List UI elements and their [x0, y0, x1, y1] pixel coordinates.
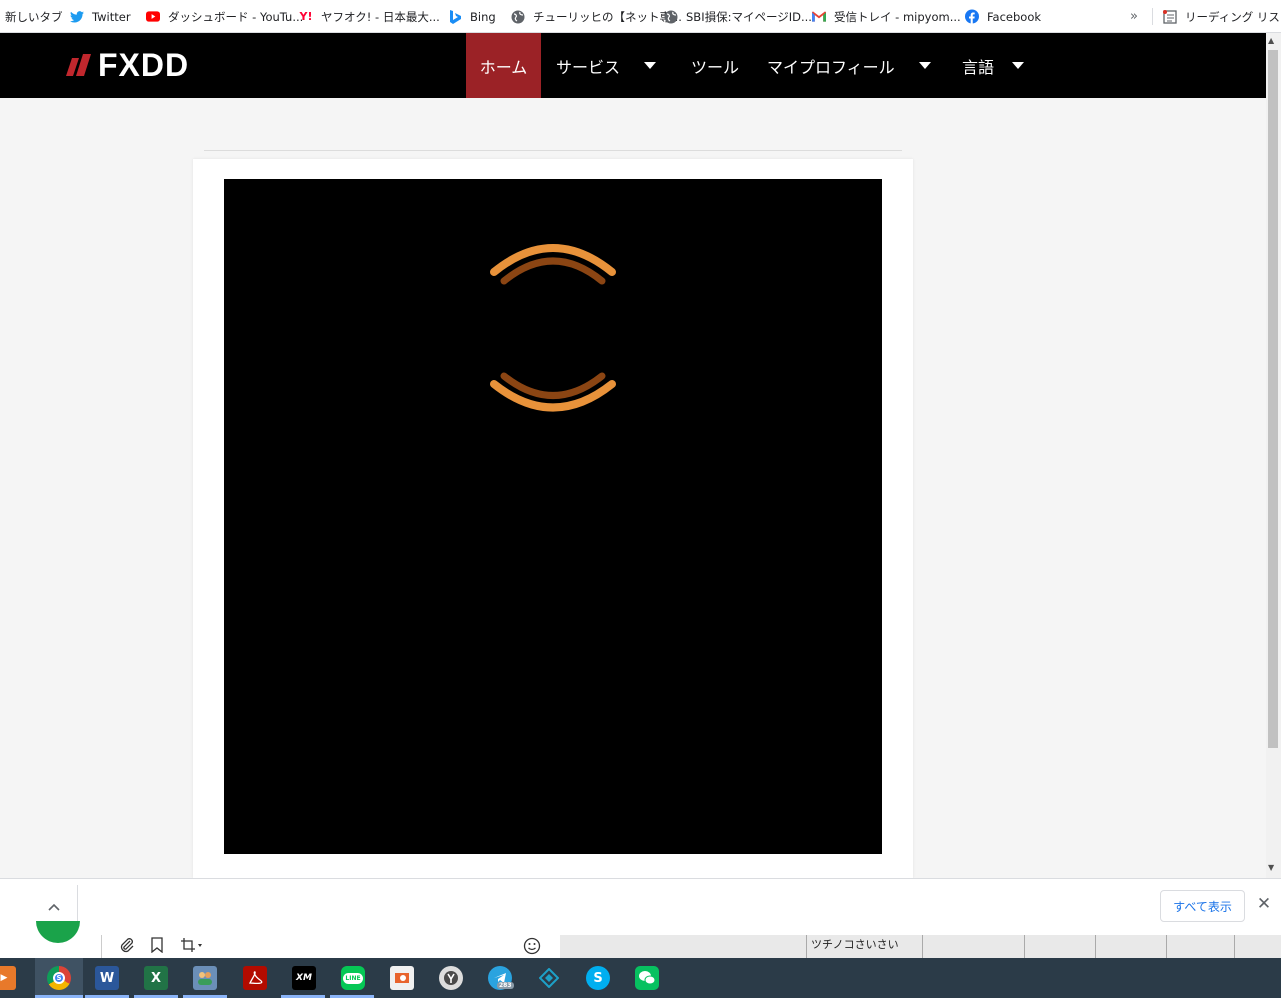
- globe-icon: [664, 10, 678, 24]
- nav-services[interactable]: サービス: [556, 33, 657, 98]
- bookmark-twitter[interactable]: Twitter: [70, 0, 131, 33]
- spreadsheet-cell[interactable]: [1166, 935, 1234, 958]
- download-shelf: すべて表示 ✕: [0, 878, 1281, 935]
- green-action-button[interactable]: [36, 921, 80, 943]
- nav-language[interactable]: 言語: [962, 33, 1025, 98]
- reading-list-icon: [1163, 9, 1177, 24]
- bookmark-label: Facebook: [987, 9, 1042, 24]
- content-divider: [204, 150, 902, 151]
- bookmark-label: 受信トレイ - mipyom...: [834, 9, 961, 24]
- media-player-icon[interactable]: ▶: [0, 966, 16, 990]
- bookmarks-overflow-button[interactable]: »: [1130, 0, 1138, 33]
- chrome-icon[interactable]: S: [47, 966, 71, 990]
- acrobat-icon[interactable]: [243, 966, 267, 990]
- smiley-icon[interactable]: [523, 937, 541, 959]
- cell-text: ツチノコさいさい: [811, 938, 899, 951]
- scroll-down-arrow-icon[interactable]: ▼: [1268, 863, 1274, 872]
- reading-list-label: リーディング リスト: [1185, 9, 1281, 24]
- background-window: ツチノコさいさい: [0, 921, 1281, 959]
- bookmark-gmail[interactable]: 受信トレイ - mipyom...: [812, 0, 961, 33]
- bookmark-label: Twitter: [92, 9, 131, 24]
- scroll-up-arrow-icon[interactable]: ▲: [1268, 36, 1274, 45]
- spreadsheet-cell[interactable]: [1234, 935, 1281, 958]
- logo-slashes-icon: [66, 53, 91, 76]
- chevron-up-icon[interactable]: [44, 897, 64, 917]
- globe-icon: [511, 10, 525, 24]
- site-header: FXDD ホーム サービス ツール マイプロフィール 言語: [0, 33, 1266, 98]
- nav-home[interactable]: ホーム: [466, 33, 541, 98]
- nav-profile-label: マイプロフィール: [767, 57, 895, 77]
- bookmark-facebook[interactable]: Facebook: [965, 0, 1041, 33]
- line-label: LINE: [343, 972, 363, 984]
- nav-services-label: サービス: [556, 57, 621, 77]
- bookmark-icon[interactable]: [150, 937, 164, 957]
- diamond-app-icon[interactable]: [537, 966, 561, 990]
- bing-icon: [448, 9, 462, 24]
- paperclip-icon[interactable]: [119, 937, 135, 957]
- loading-spinner-icon: [490, 244, 616, 412]
- gmail-icon: [812, 10, 826, 24]
- bookmark-label: ヤフオク! - 日本最大...: [321, 9, 440, 24]
- caret-down-icon: [644, 62, 657, 69]
- bookmarks-divider: [1152, 8, 1153, 25]
- spreadsheet-cell[interactable]: ツチノコさいさい: [806, 935, 922, 958]
- bookmark-sbi[interactable]: SBI損保:マイページID...: [664, 0, 812, 33]
- spreadsheet-cell[interactable]: [922, 935, 1024, 958]
- reading-list-button[interactable]: リーディング リスト: [1163, 0, 1281, 33]
- bookmarks-bar: 新しいタブ Twitter ダッシュボード - YouTu... Y! ヤフオク…: [0, 0, 1281, 33]
- nav-tools-label: ツール: [691, 57, 740, 77]
- bookmark-zurich[interactable]: チューリッヒの【ネット専...: [511, 0, 682, 33]
- nav-profile[interactable]: マイプロフィール: [767, 33, 931, 98]
- logo-text: FXDD: [98, 47, 190, 83]
- spreadsheet-cell[interactable]: [1095, 935, 1166, 958]
- chat-toolbar: [0, 921, 560, 959]
- show-all-downloads-button[interactable]: すべて表示: [1160, 890, 1245, 922]
- close-icon[interactable]: ✕: [1255, 894, 1273, 916]
- yandex-browser-icon[interactable]: [439, 966, 463, 990]
- facebook-icon: [965, 9, 979, 24]
- spreadsheet-cell[interactable]: [1024, 935, 1095, 958]
- bookmark-label: Bing: [470, 9, 496, 24]
- crop-icon[interactable]: [180, 937, 204, 957]
- toolbar-divider: [101, 935, 102, 958]
- bookmark-label: チューリッヒの【ネット専...: [533, 9, 682, 24]
- nav-home-label: ホーム: [479, 57, 528, 77]
- caret-down-icon: [918, 62, 931, 69]
- powerpoint-icon[interactable]: [390, 966, 414, 990]
- telegram-icon[interactable]: 283: [488, 966, 514, 990]
- bookmark-label: 新しいタブ: [5, 9, 63, 24]
- xm-trading-icon[interactable]: XM: [292, 966, 316, 990]
- fxdd-logo[interactable]: FXDD: [66, 47, 190, 83]
- nav-tools[interactable]: ツール: [691, 33, 739, 98]
- excel-icon[interactable]: X: [144, 966, 168, 990]
- people-icon[interactable]: [193, 966, 217, 990]
- caret-down-icon: [1012, 62, 1025, 69]
- xm-label: XM: [296, 973, 312, 983]
- windows-taskbar: ▶ S W X XM LINE 283 S: [0, 958, 1281, 998]
- wechat-icon[interactable]: [635, 966, 659, 990]
- bookmark-label: SBI損保:マイページID...: [686, 9, 812, 24]
- twitter-icon: [70, 10, 84, 24]
- nav-language-label: 言語: [962, 57, 995, 77]
- chrome-profile-badge: S: [53, 972, 65, 984]
- telegram-unread-badge: 283: [497, 982, 514, 989]
- youtube-icon: [146, 10, 160, 24]
- loading-frame: [224, 179, 882, 854]
- word-icon[interactable]: W: [95, 966, 119, 990]
- bookmark-youtube-dashboard[interactable]: ダッシュボード - YouTu...: [146, 0, 303, 33]
- skype-icon[interactable]: S: [586, 966, 610, 990]
- bookmark-label: ダッシュボード - YouTu...: [168, 9, 304, 24]
- yahoo-icon: Y!: [299, 10, 313, 23]
- page-scrollbar-thumb[interactable]: [1268, 50, 1278, 748]
- line-icon[interactable]: LINE: [341, 966, 365, 990]
- bookmark-yahoo-auction[interactable]: Y! ヤフオク! - 日本最大...: [299, 0, 440, 33]
- bookmark-bing[interactable]: Bing: [448, 0, 496, 33]
- bookmark-new-tab[interactable]: 新しいタブ: [5, 0, 63, 33]
